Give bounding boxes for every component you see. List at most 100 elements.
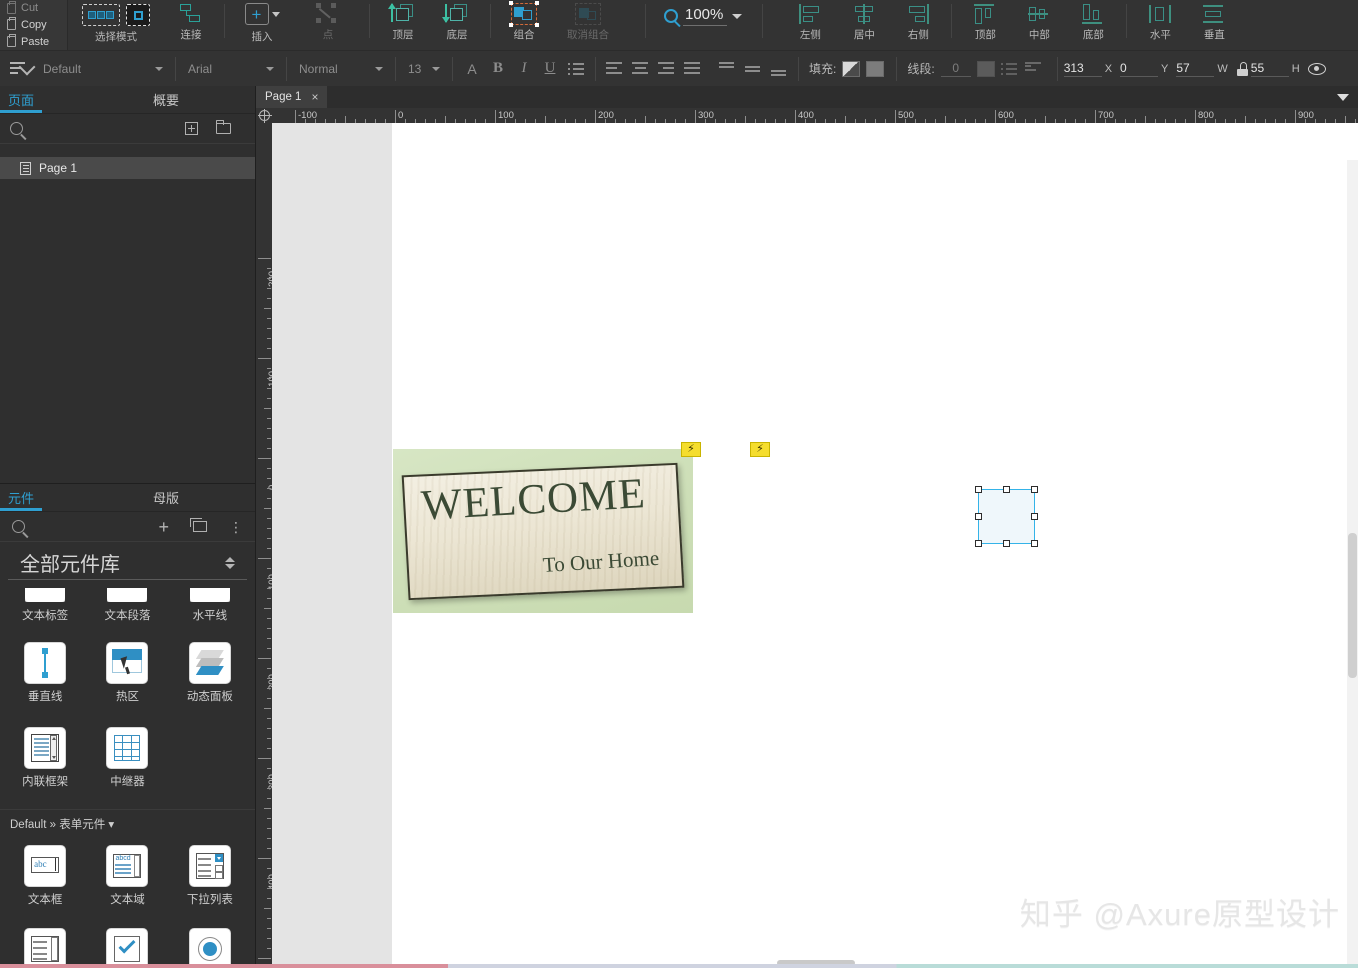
h-input[interactable]: 55	[1250, 61, 1289, 77]
tab-widgets[interactable]: 元件	[0, 484, 42, 511]
align-text-justify-button[interactable]	[680, 57, 706, 81]
align-right-button[interactable]: 右侧	[891, 0, 945, 48]
search-icon[interactable]	[12, 520, 25, 533]
plus-icon[interactable]: +	[158, 518, 169, 536]
vertical-scrollbar-thumb[interactable]	[1348, 533, 1357, 678]
widget-hot-spot[interactable]: 热区	[86, 637, 168, 706]
add-folder-icon[interactable]	[216, 120, 231, 134]
zoom-control[interactable]: 100%	[664, 0, 743, 26]
point-button[interactable]: 点	[293, 0, 363, 48]
widget-droplist[interactable]: 下拉列表	[169, 840, 251, 909]
ungroup-button[interactable]: 取消组合	[551, 0, 625, 48]
fill-gradient-swatch[interactable]	[842, 60, 861, 77]
insert-button[interactable]: + 插入	[231, 0, 293, 48]
menu-item-copy[interactable]: Copy	[0, 16, 67, 33]
widget-checkbox[interactable]: 复选框	[86, 923, 168, 968]
widget-inline-frame[interactable]: 内联框架	[4, 722, 86, 791]
ruler-origin[interactable]	[256, 108, 273, 124]
resize-handle-nw[interactable]	[975, 486, 982, 493]
distribute-vertical-button[interactable]: 垂直	[1187, 0, 1241, 48]
widget-text-label[interactable]: 文本标签	[4, 582, 86, 625]
group-button[interactable]: 组合	[497, 0, 551, 48]
align-top-button[interactable]: 顶部	[958, 0, 1012, 48]
zoom-chevron-down-icon[interactable]	[732, 13, 743, 19]
tab-overflow-chevron-down-icon[interactable]	[1337, 94, 1349, 101]
search-icon[interactable]	[10, 122, 23, 135]
bold-button[interactable]: B	[485, 57, 511, 81]
style-editor-icon[interactable]	[10, 58, 36, 77]
line-width-input[interactable]: 0	[940, 61, 971, 77]
italic-button[interactable]: I	[511, 57, 537, 81]
widget-vertical-line[interactable]: 垂直线	[4, 637, 86, 706]
interaction-badge-image[interactable]: ⚡	[681, 442, 701, 457]
widget-text-paragraph[interactable]: 文本段落	[86, 582, 168, 625]
selected-hotspot-widget[interactable]	[975, 486, 1038, 547]
widget-horizontal-line[interactable]: 水平线	[169, 582, 251, 625]
select-mode-button[interactable]: 选择模式	[68, 0, 164, 48]
widget-text-area[interactable]: abcd 文本域	[86, 840, 168, 909]
resize-handle-s[interactable]	[1002, 540, 1010, 547]
style-preset-select[interactable]: Default	[37, 57, 169, 81]
insert-chevron-down-icon[interactable]	[271, 12, 280, 17]
widget-repeater[interactable]: 中继器	[86, 722, 168, 791]
font-weight-select[interactable]: Normal	[293, 57, 389, 81]
add-page-icon[interactable]	[185, 122, 198, 135]
line-arrow-icon[interactable]	[1024, 62, 1043, 75]
canvas-tab-page1[interactable]: Page 1 ×	[256, 86, 328, 108]
align-center-button[interactable]: 居中	[837, 0, 891, 48]
resize-handle-w[interactable]	[975, 512, 982, 520]
line-color-swatch[interactable]	[976, 60, 995, 77]
visibility-eye-icon[interactable]	[1307, 62, 1326, 75]
connect-button[interactable]: 连接	[164, 0, 218, 48]
valign-top-button[interactable]	[714, 57, 740, 81]
zoom-value[interactable]: 100%	[683, 6, 728, 26]
duplicate-icon[interactable]	[190, 518, 207, 532]
align-middle-button[interactable]: 中部	[1012, 0, 1066, 48]
menu-item-cut[interactable]: Cut	[0, 0, 67, 16]
font-family-select[interactable]: Arial	[182, 57, 280, 81]
design-canvas[interactable]: WELCOME To Our Home ⚡ ⚡ 知乎 @Axure原型设计	[272, 123, 1358, 968]
align-bottom-button[interactable]: 底部	[1066, 0, 1120, 48]
ruler-minor-tick	[267, 728, 271, 729]
font-color-button[interactable]: A	[459, 57, 485, 81]
bullet-list-button[interactable]	[563, 57, 589, 81]
interaction-badge-hotspot[interactable]: ⚡	[750, 442, 770, 457]
align-text-center-button[interactable]	[628, 57, 654, 81]
y-input[interactable]: 0	[1120, 61, 1159, 77]
line-style-icon[interactable]	[1000, 62, 1017, 75]
underline-button[interactable]: U	[537, 57, 563, 81]
resize-handle-ne[interactable]	[1031, 486, 1038, 493]
align-text-right-button[interactable]	[654, 57, 680, 81]
valign-bottom-button[interactable]	[766, 57, 792, 81]
distribute-horizontal-button[interactable]: 水平	[1133, 0, 1187, 48]
tab-masters[interactable]: 母版	[116, 484, 216, 511]
resize-handle-sw[interactable]	[975, 540, 982, 547]
font-size-select[interactable]: 13	[402, 57, 446, 81]
tab-pages[interactable]: 页面	[0, 86, 42, 113]
welcome-sign-image[interactable]: WELCOME To Our Home	[393, 449, 693, 613]
close-icon[interactable]: ×	[311, 91, 318, 103]
tab-outline[interactable]: 概要	[116, 86, 216, 113]
widget-list-box[interactable]: 列表框	[4, 923, 86, 968]
x-input[interactable]: 313	[1063, 61, 1102, 77]
widget-radio-button[interactable]: 单选按钮	[169, 923, 251, 968]
lock-aspect-icon[interactable]	[1236, 61, 1249, 76]
widget-text-field[interactable]: abc 文本框	[4, 840, 86, 909]
menu-item-paste[interactable]: Paste	[0, 33, 67, 50]
resize-handle-n[interactable]	[1002, 486, 1010, 493]
library-select[interactable]: 全部元件库	[8, 546, 247, 580]
fill-color-swatch[interactable]	[866, 60, 885, 77]
resize-handle-e[interactable]	[1031, 512, 1038, 520]
vertical-scrollbar-track[interactable]	[1347, 160, 1358, 968]
align-text-left-button[interactable]	[602, 57, 628, 81]
w-input[interactable]: 57	[1176, 61, 1215, 77]
resize-handle-se[interactable]	[1031, 540, 1038, 547]
bring-to-front-button[interactable]: 顶层	[376, 0, 430, 48]
form-widgets-section-header[interactable]: Default » 表单元件 ▾	[0, 809, 255, 836]
send-to-back-button[interactable]: 底层	[430, 0, 484, 48]
kebab-menu-icon[interactable]: ⋮	[229, 520, 243, 534]
valign-middle-button[interactable]	[740, 57, 766, 81]
page-list-item-page1[interactable]: Page 1	[0, 157, 255, 179]
widget-dynamic-panel[interactable]: 动态面板	[169, 637, 251, 706]
align-left-button[interactable]: 左侧	[783, 0, 837, 48]
